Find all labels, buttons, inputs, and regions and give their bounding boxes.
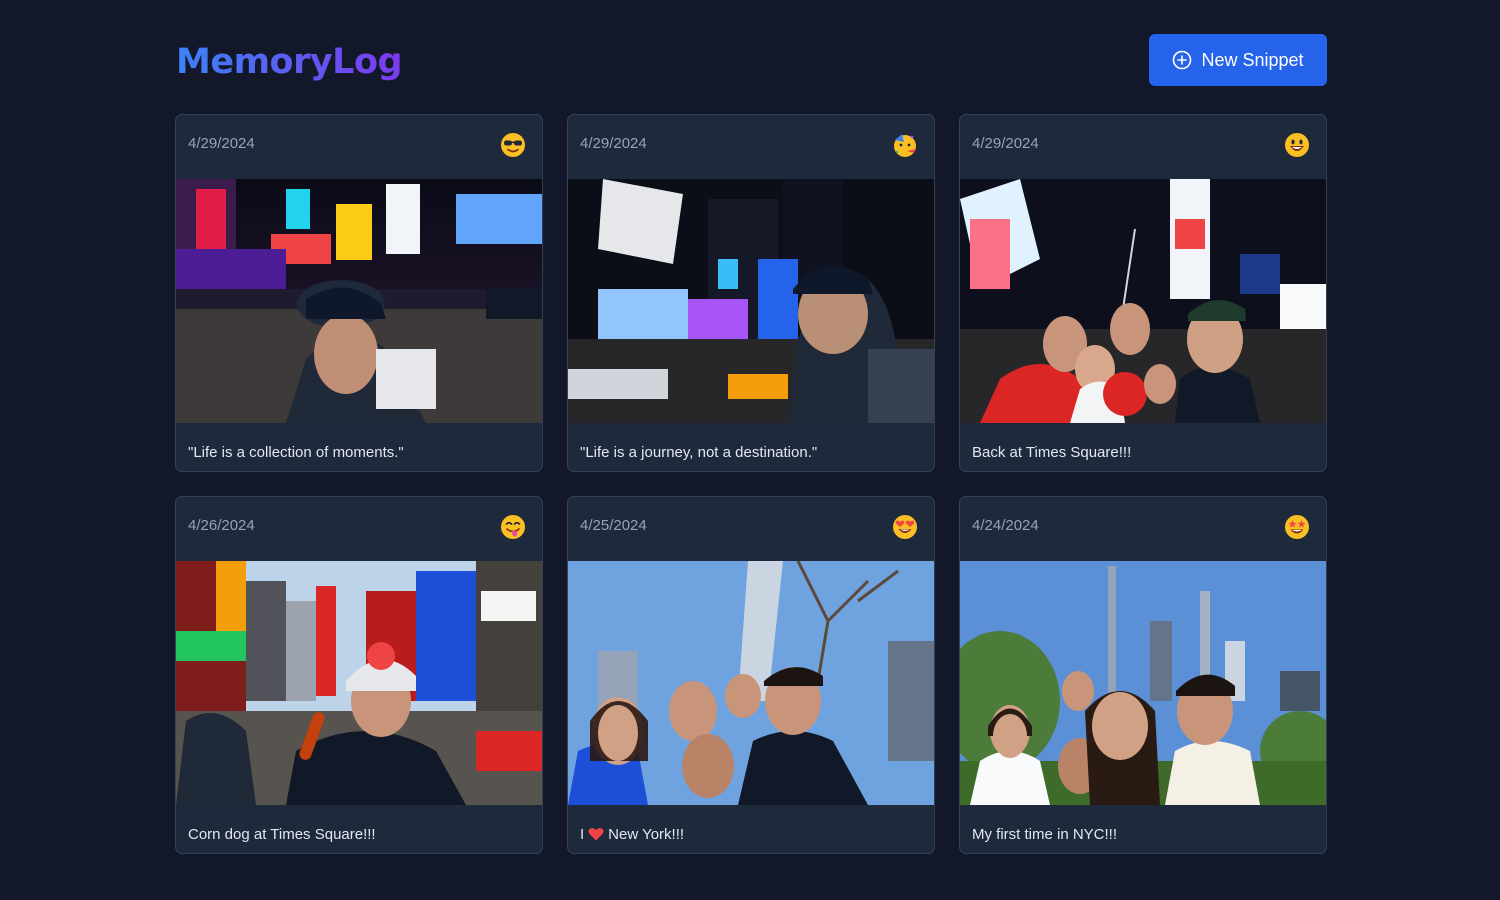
snippet-caption: My first time in NYC!!! — [972, 826, 1118, 843]
grinning-face-icon — [1284, 132, 1310, 158]
snippet-photo — [960, 561, 1326, 805]
star-struck-face-icon — [1284, 514, 1310, 540]
snippet-photo — [176, 179, 542, 423]
snippet-date: 4/24/2024 — [972, 517, 1039, 534]
snippet-card[interactable]: 4/24/2024 My first time in NYC!!! — [959, 496, 1327, 854]
sunglasses-face-icon — [500, 132, 526, 158]
new-snippet-label: New Snippet — [1201, 49, 1304, 70]
snippet-date: 4/25/2024 — [580, 517, 647, 534]
snippet-card[interactable]: 4/29/2024 — [567, 114, 935, 472]
snippet-card-header: 4/24/2024 — [960, 497, 1326, 561]
snippet-date: 4/29/2024 — [188, 135, 255, 152]
snippet-date: 4/26/2024 — [188, 517, 255, 534]
heart-eyes-face-icon — [892, 514, 918, 540]
snippet-photo — [960, 179, 1326, 423]
new-snippet-button[interactable]: New Snippet — [1149, 34, 1327, 86]
app-header: MemoryLog New Snippet — [176, 34, 1327, 86]
snippet-photo — [568, 561, 934, 805]
snippet-card-header: 4/29/2024 — [568, 115, 934, 179]
party-face-icon — [892, 132, 918, 158]
snippet-grid: 4/29/2024 "Life is a collection of momen… — [175, 114, 1327, 854]
memorylog-page: MemoryLog New Snippet 4/29/2024 "Life is… — [0, 0, 1500, 900]
snippet-caption: Back at Times Square!!! — [972, 444, 1132, 461]
caption-prefix: I — [580, 826, 585, 843]
snippet-caption: "Life is a journey, not a destination." — [580, 444, 818, 461]
snippet-date: 4/29/2024 — [580, 135, 647, 152]
red-heart-icon — [588, 827, 604, 845]
app-title: MemoryLog — [176, 42, 403, 82]
snippet-card[interactable]: 4/26/2024 Corn dog at Times Square!!! — [175, 496, 543, 854]
snippet-card-header: 4/26/2024 — [176, 497, 542, 561]
snippet-caption: I New York!!! — [580, 826, 684, 845]
snippet-card[interactable]: 4/29/2024 — [959, 114, 1327, 472]
snippet-date: 4/29/2024 — [972, 135, 1039, 152]
snippet-photo — [176, 561, 542, 805]
caption-suffix: New York!!! — [608, 826, 685, 843]
tongue-face-icon — [500, 514, 526, 540]
snippet-photo — [568, 179, 934, 423]
snippet-caption: Corn dog at Times Square!!! — [188, 826, 376, 843]
snippet-card[interactable]: 4/29/2024 — [175, 114, 543, 472]
snippet-card-header: 4/29/2024 — [176, 115, 542, 179]
snippet-card[interactable]: 4/25/2024 I New York!!! — [567, 496, 935, 854]
snippet-caption: "Life is a collection of moments." — [188, 444, 404, 461]
plus-circle-icon — [1172, 50, 1192, 70]
snippet-card-header: 4/29/2024 — [960, 115, 1326, 179]
snippet-card-header: 4/25/2024 — [568, 497, 934, 561]
